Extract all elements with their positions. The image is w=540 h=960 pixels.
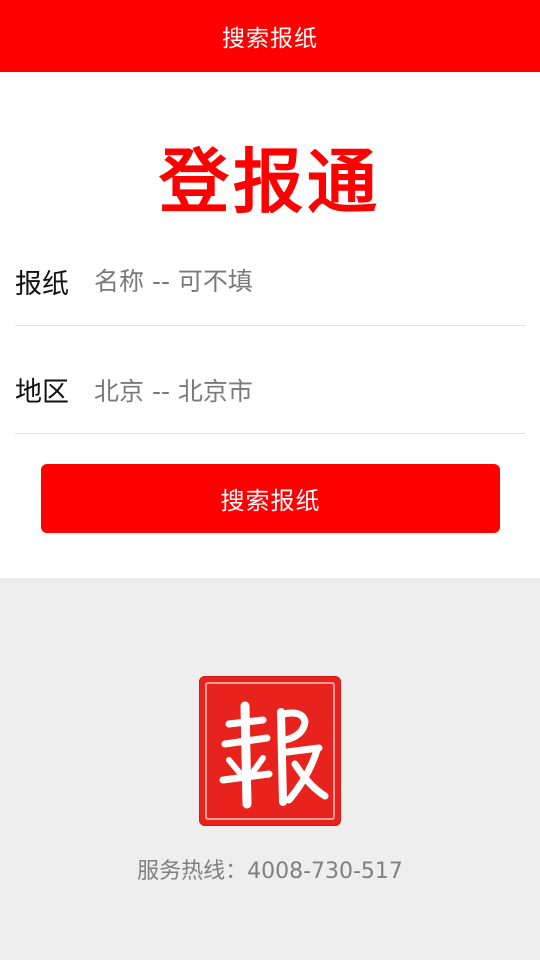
region-selector[interactable]: 北京 -- 北京市 [94,372,494,408]
header-title: 搜索报纸 [222,26,318,52]
header-bar: 搜索报纸 [0,0,540,72]
page: 搜索报纸 登报通 报纸 地区 北京 -- 北京市 搜索报纸 [0,0,540,960]
footer-area: 服务热线：4008-730-517 [0,578,540,960]
service-hotline: 服务热线：4008-730-517 [0,853,540,885]
brand-title: 登报通 [159,141,381,223]
search-newspaper-button[interactable]: 搜索报纸 [41,464,500,533]
hotline-label: 服务热线： [137,859,248,884]
seal-glyph-graphic [219,701,329,809]
search-panel: 登报通 报纸 地区 北京 -- 北京市 搜索报纸 [0,72,540,578]
region-row[interactable]: 地区 北京 -- 北京市 [15,346,526,434]
region-label: 地区 [15,377,69,408]
newspaper-label: 报纸 [15,269,69,300]
newspaper-seal-logo [199,676,341,826]
hotline-number[interactable]: 4008-730-517 [247,859,403,884]
newspaper-row[interactable]: 报纸 [15,238,526,326]
newspaper-name-input[interactable] [94,267,494,296]
